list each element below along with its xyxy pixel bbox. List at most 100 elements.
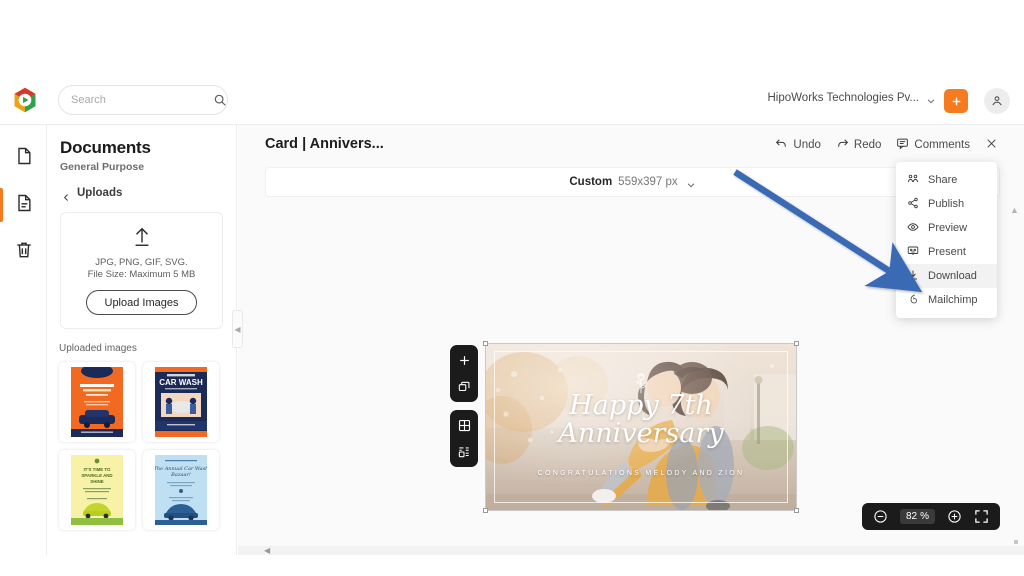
menu-label: Publish	[928, 198, 965, 210]
menu-item-share[interactable]: Share	[896, 168, 997, 192]
document-title: Card | Annivers...	[265, 136, 384, 152]
card-text-block: Happy 7th Anniversary CONGRATULATIONS ME…	[486, 344, 796, 510]
organization-name: HipoWorks Technologies Pv...	[767, 92, 920, 104]
redo-label: Redo	[853, 139, 882, 151]
organization-selector[interactable]: HipoWorks Technologies Pv...	[768, 92, 937, 104]
horizontal-scrollbar[interactable]: ◀	[238, 546, 1024, 555]
add-page-button[interactable]	[454, 350, 474, 370]
redo-button[interactable]: Redo	[836, 137, 882, 153]
uploaded-images-grid: CAR WASH IT'S TIME TO SPARKLE AND SHINE …	[59, 362, 234, 530]
download-icon	[907, 269, 919, 284]
thumb-car-wash-navy[interactable]: CAR WASH	[143, 362, 219, 442]
zoom-value: 82	[905, 511, 918, 522]
rail-item-documents[interactable]	[0, 135, 47, 182]
upload-images-button[interactable]: Upload Images	[86, 290, 197, 315]
panel-collapse-handle[interactable]: ◀	[232, 310, 243, 348]
search-input[interactable]	[71, 94, 213, 106]
menu-item-mailchimp[interactable]: Mailchimp	[896, 288, 997, 312]
comments-button[interactable]: Comments	[896, 137, 970, 153]
menu-label: Share	[928, 174, 958, 186]
canvas-size-selector[interactable]: Custom 559x397 px	[265, 167, 1000, 197]
view-tools-group	[450, 410, 478, 467]
chevron-down-icon	[686, 177, 696, 188]
scroll-left-arrow-icon[interactable]: ◀	[264, 546, 270, 555]
present-icon	[907, 245, 919, 260]
undo-label: Undo	[793, 139, 821, 151]
grid-view-button[interactable]	[454, 415, 474, 435]
uploads-back-link[interactable]: Uploads	[62, 187, 236, 201]
menu-item-preview[interactable]: Preview	[896, 216, 997, 240]
duplicate-page-button[interactable]	[454, 377, 474, 397]
upload-dropzone[interactable]: JPG, PNG, GIF, SVG. File Size: Maximum 5…	[60, 212, 223, 329]
icon-rail	[0, 125, 47, 576]
close-button[interactable]	[985, 137, 998, 153]
bottom-strip	[0, 555, 1024, 576]
upload-arrow-icon	[131, 226, 153, 250]
comment-icon	[896, 137, 909, 153]
dropzone-filesize: File Size: Maximum 5 MB	[87, 269, 196, 280]
menu-label: Mailchimp	[928, 294, 978, 306]
resize-handle-bl[interactable]	[483, 508, 488, 513]
svg-text:Bazaar!: Bazaar!	[170, 472, 191, 478]
share-dropdown-menu: Share Publish Preview Present Download M…	[896, 162, 997, 318]
menu-item-present[interactable]: Present	[896, 240, 997, 264]
vertical-scroll-marker[interactable]	[1014, 540, 1018, 544]
search-box[interactable]	[58, 85, 228, 115]
thumb-car-service-orange[interactable]	[59, 362, 135, 442]
zoom-in-icon[interactable]	[947, 509, 962, 524]
share-nodes-icon	[907, 197, 919, 212]
zoom-value-field[interactable]: 82 %	[899, 509, 935, 524]
trash-icon	[14, 240, 34, 265]
search-icon	[213, 93, 227, 107]
undo-icon	[775, 137, 788, 153]
rail-item-trash[interactable]	[0, 229, 47, 276]
chevron-left-icon	[62, 189, 71, 201]
svg-text:CAR WASH: CAR WASH	[159, 378, 203, 387]
close-icon	[985, 137, 998, 153]
page-text-icon	[14, 193, 34, 218]
editor-actions: Undo Redo Comments	[775, 137, 998, 153]
rose-icon	[632, 372, 650, 400]
card-heading-line2: Anniversary	[558, 417, 724, 449]
page-title: Documents	[60, 138, 151, 157]
user-avatar[interactable]	[984, 88, 1010, 114]
svg-text:SHINE: SHINE	[90, 479, 103, 484]
layout-view-button[interactable]	[454, 442, 474, 462]
eye-icon	[907, 221, 919, 236]
svg-text:SPARKLE AND: SPARKLE AND	[81, 473, 112, 478]
app-logo[interactable]	[11, 86, 39, 114]
card-selection-frame[interactable]: Happy 7th Anniversary CONGRATULATIONS ME…	[483, 341, 799, 513]
menu-side-chevron-icon: ▲	[1010, 205, 1019, 215]
redo-icon	[836, 137, 849, 153]
canvas-size-name: Custom	[569, 176, 613, 188]
chevron-down-icon	[926, 93, 936, 104]
canvas-size-dimensions: 559x397 px	[618, 176, 678, 188]
menu-label: Download	[928, 270, 977, 282]
resize-handle-br[interactable]	[794, 508, 799, 513]
canvas-floating-tools	[450, 345, 478, 467]
add-new-button[interactable]	[944, 89, 968, 113]
page-subtitle: General Purpose	[60, 161, 145, 173]
undo-button[interactable]: Undo	[775, 137, 821, 153]
comments-label: Comments	[914, 139, 970, 151]
zoom-out-icon[interactable]	[873, 509, 888, 524]
thumb-sparkle-shine-yellow[interactable]: IT'S TIME TO SPARKLE AND SHINE	[59, 450, 135, 530]
menu-label: Present	[928, 246, 966, 258]
uploaded-images-label: Uploaded images	[59, 343, 137, 354]
menu-item-publish[interactable]: Publish	[896, 192, 997, 216]
rail-item-pages[interactable]	[0, 182, 47, 229]
thumb-annual-car-wash-blue[interactable]: The Annual Car Wash Bazaar!	[143, 450, 219, 530]
zoom-control: 82 %	[861, 503, 1000, 530]
uploads-label: Uploads	[77, 187, 123, 199]
menu-item-download[interactable]: Download	[896, 264, 997, 288]
resize-handle-tl[interactable]	[483, 341, 488, 346]
resize-handle-tr[interactable]	[794, 341, 799, 346]
dropzone-formats: JPG, PNG, GIF, SVG.	[95, 257, 188, 268]
top-bar: HipoWorks Technologies Pv...	[0, 0, 1024, 125]
anniversary-card[interactable]: Happy 7th Anniversary CONGRATULATIONS ME…	[486, 344, 796, 510]
card-subtitle: CONGRATULATIONS MELODY AND ZION	[537, 469, 745, 477]
editor-header: Card | Annivers... Undo Redo Comments	[238, 125, 1024, 167]
left-panel: Documents General Purpose Uploads JPG, P…	[47, 125, 237, 576]
page-icon	[14, 146, 34, 171]
fullscreen-icon[interactable]	[974, 509, 989, 524]
